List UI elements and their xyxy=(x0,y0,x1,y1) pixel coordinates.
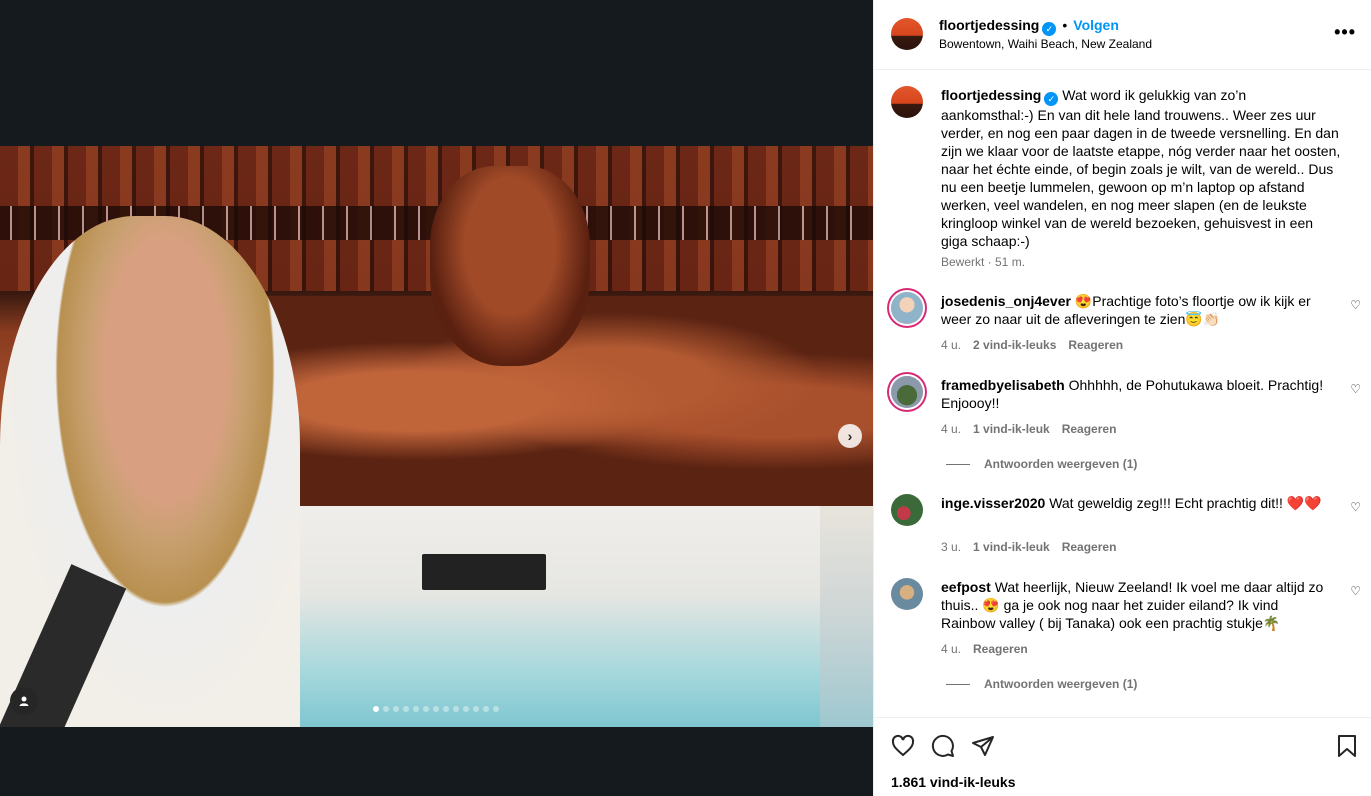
post-photo[interactable] xyxy=(0,146,873,727)
comment-username[interactable]: framedbyelisabeth xyxy=(941,377,1065,393)
carousel-dot xyxy=(463,706,469,712)
comment-text: framedbyelisabeth Ohhhhh, de Pohutukawa … xyxy=(941,376,1336,412)
view-replies-label[interactable]: Antwoorden weergeven (1) xyxy=(984,677,1137,691)
comment-time[interactable]: 4 u. xyxy=(941,338,961,352)
author-avatar[interactable] xyxy=(891,86,923,118)
heart-icon[interactable]: ♡ xyxy=(1350,298,1361,312)
commenter-avatar[interactable] xyxy=(891,292,923,324)
comment-likes[interactable]: 1 vind-ik-leuk xyxy=(973,422,1050,436)
carousel-dot xyxy=(393,706,399,712)
carousel-dot xyxy=(373,706,379,712)
post-header: floortjedessing ✓ • Volgen Bowentown, Waihi… xyxy=(874,0,1371,70)
heart-icon[interactable]: ♡ xyxy=(1350,584,1361,598)
comment-username[interactable]: josedenis_onj4ever xyxy=(941,293,1071,309)
heart-icon[interactable] xyxy=(891,734,915,764)
comment-icon[interactable] xyxy=(931,734,955,764)
photo-carved-face xyxy=(430,166,590,366)
view-replies-button[interactable]: Antwoorden weergeven (1) xyxy=(946,677,1137,691)
heart-icon[interactable]: ♡ xyxy=(1350,382,1361,396)
author-line: floortjedessing ✓ • Volgen xyxy=(939,17,1119,36)
reply-button[interactable]: Reageren xyxy=(1062,540,1117,554)
comment-likes[interactable]: 2 vind-ik-leuks xyxy=(973,338,1056,352)
media-viewer: › xyxy=(0,0,873,796)
more-options-icon[interactable]: ••• xyxy=(1334,22,1356,43)
caption-username[interactable]: floortjedessing xyxy=(941,87,1041,103)
replies-divider xyxy=(946,463,970,465)
comment-text: josedenis_onj4ever 😍Prachtige foto’s flo… xyxy=(941,292,1336,328)
follow-button[interactable]: Volgen xyxy=(1073,17,1119,33)
comment-body: Wat geweldig zeg!!! Echt prachtig dit!! … xyxy=(1049,495,1322,511)
commenter-avatar[interactable] xyxy=(891,376,923,408)
comment-meta: 4 u. 2 vind-ik-leuks Reageren xyxy=(941,338,1123,352)
carousel-dot xyxy=(493,706,499,712)
reply-button[interactable]: Reageren xyxy=(1068,338,1123,352)
comment-time[interactable]: 4 u. xyxy=(941,422,961,436)
user-tag-icon[interactable] xyxy=(10,687,38,715)
commenter-avatar[interactable] xyxy=(891,494,923,526)
carousel-dot xyxy=(453,706,459,712)
comment-meta: 4 u. Reageren xyxy=(941,642,1028,656)
caption-body: Wat word ik gelukkig van zo’n aankomstha… xyxy=(941,87,1341,249)
carousel-dot xyxy=(403,706,409,712)
reply-button[interactable]: Reageren xyxy=(973,642,1028,656)
post-location[interactable]: Bowentown, Waihi Beach, New Zealand xyxy=(939,37,1152,51)
comment-username[interactable]: eefpost xyxy=(941,579,991,595)
verified-badge-icon: ✓ xyxy=(1044,92,1059,106)
view-replies-button[interactable]: Antwoorden weergeven (1) xyxy=(946,457,1137,471)
view-replies-label[interactable]: Antwoorden weergeven (1) xyxy=(984,457,1137,471)
action-bar: 1.861 vind-ik-leuks xyxy=(874,717,1371,796)
commenter-avatar[interactable] xyxy=(891,578,923,610)
photo-airport-sign xyxy=(422,554,546,590)
post-sidebar: floortjedessing ✓ • Volgen Bowentown, Waihi… xyxy=(873,0,1371,796)
comment-time[interactable]: 4 u. xyxy=(941,642,961,656)
carousel-dot xyxy=(443,706,449,712)
caption-text: floortjedessing ✓ Wat word ik gelukkig va… xyxy=(941,86,1341,250)
bookmark-icon[interactable] xyxy=(1336,734,1358,764)
carousel-dot xyxy=(473,706,479,712)
send-icon[interactable] xyxy=(971,734,995,764)
carousel-dot xyxy=(383,706,389,712)
comment-text: inge.visser2020 Wat geweldig zeg!!! Echt… xyxy=(941,494,1336,512)
comment-username[interactable]: inge.visser2020 xyxy=(941,495,1045,511)
carousel-dot xyxy=(483,706,489,712)
comment-meta: 4 u. 1 vind-ik-leuk Reageren xyxy=(941,422,1116,436)
likes-count[interactable]: 1.861 vind-ik-leuks xyxy=(891,774,1016,790)
comment-time[interactable]: 3 u. xyxy=(941,540,961,554)
reply-button[interactable]: Reageren xyxy=(1062,422,1117,436)
comment-likes[interactable]: 1 vind-ik-leuk xyxy=(973,540,1050,554)
carousel-indicator xyxy=(373,706,499,712)
heart-icon[interactable]: ♡ xyxy=(1350,500,1361,514)
carousel-dot xyxy=(413,706,419,712)
author-avatar[interactable] xyxy=(891,18,923,50)
carousel-dot xyxy=(423,706,429,712)
replies-divider xyxy=(946,683,970,685)
comment-text: eefpost Wat heerlijk, Nieuw Zeeland! Ik … xyxy=(941,578,1336,632)
caption-meta: Bewerkt · 51 m. xyxy=(941,255,1026,269)
carousel-dot xyxy=(433,706,439,712)
author-username[interactable]: floortjedessing xyxy=(939,17,1039,33)
comment-meta: 3 u. 1 vind-ik-leuk Reageren xyxy=(941,540,1116,554)
chevron-right-icon[interactable]: › xyxy=(838,424,862,448)
comment-body: Wat heerlijk, Nieuw Zeeland! Ik voel me … xyxy=(941,579,1324,631)
verified-badge-icon: ✓ xyxy=(1042,22,1057,36)
separator: • xyxy=(1062,17,1068,33)
